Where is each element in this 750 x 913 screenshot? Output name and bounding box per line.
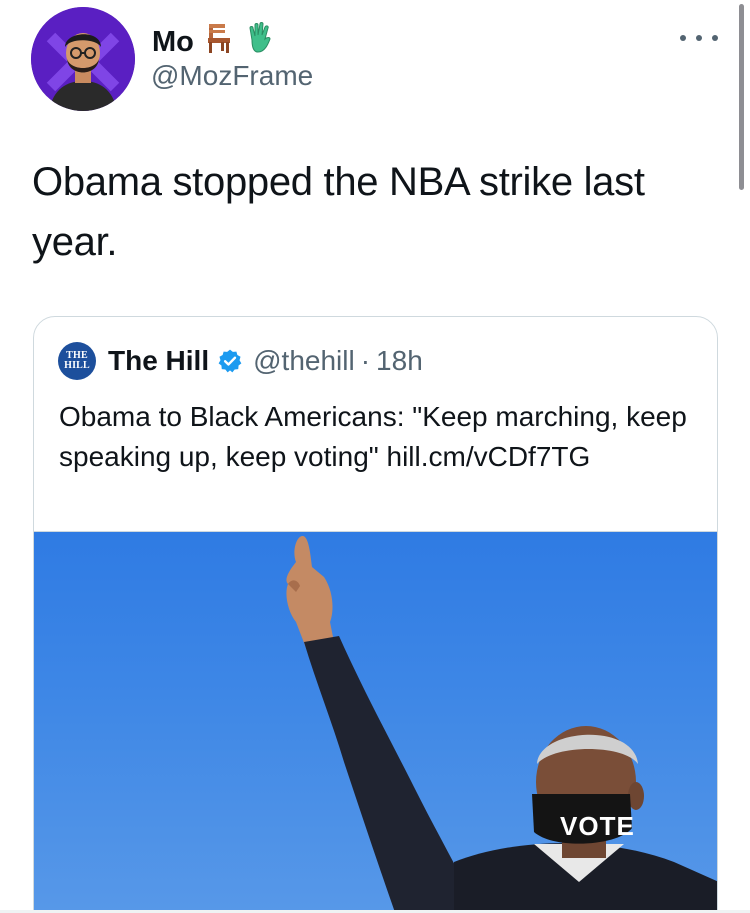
mask-vote-text: VOTE xyxy=(560,811,635,841)
scrollbar[interactable] xyxy=(739,4,744,190)
quoted-tweet-time[interactable]: 18h xyxy=(376,345,423,377)
the-hill-logo[interactable]: THE HILL xyxy=(58,342,96,380)
quoted-author-handle[interactable]: @thehill xyxy=(253,345,355,377)
raised-hand-emoji xyxy=(244,22,274,62)
author-name[interactable]: Mo xyxy=(152,26,194,59)
quoted-tweet-header: THE HILL The Hill @thehill · 18h xyxy=(58,341,423,381)
tweet-text: Obama stopped the NBA strike last year. xyxy=(32,160,645,264)
author-avatar[interactable] xyxy=(31,7,135,111)
quoted-tweet-card[interactable]: THE HILL The Hill @thehill · 18h Obama t… xyxy=(33,316,718,913)
quoted-tweet-image[interactable]: VOTE xyxy=(34,531,717,913)
separator-dot: · xyxy=(360,345,371,376)
more-horizontal-icon[interactable] xyxy=(680,26,718,50)
author-name-row[interactable]: Mo xyxy=(152,22,274,62)
logo-line-2: HILL xyxy=(64,360,90,371)
tweet-page: Mo @MozFrame Obama stopped the NBA strik… xyxy=(0,0,750,913)
chair-emoji xyxy=(204,22,234,62)
author-handle[interactable]: @MozFrame xyxy=(151,60,313,92)
quoted-tweet-text: Obama to Black Americans: "Keep marching… xyxy=(59,401,687,472)
quoted-author-name[interactable]: The Hill xyxy=(108,345,209,377)
verified-badge-icon xyxy=(217,348,243,374)
